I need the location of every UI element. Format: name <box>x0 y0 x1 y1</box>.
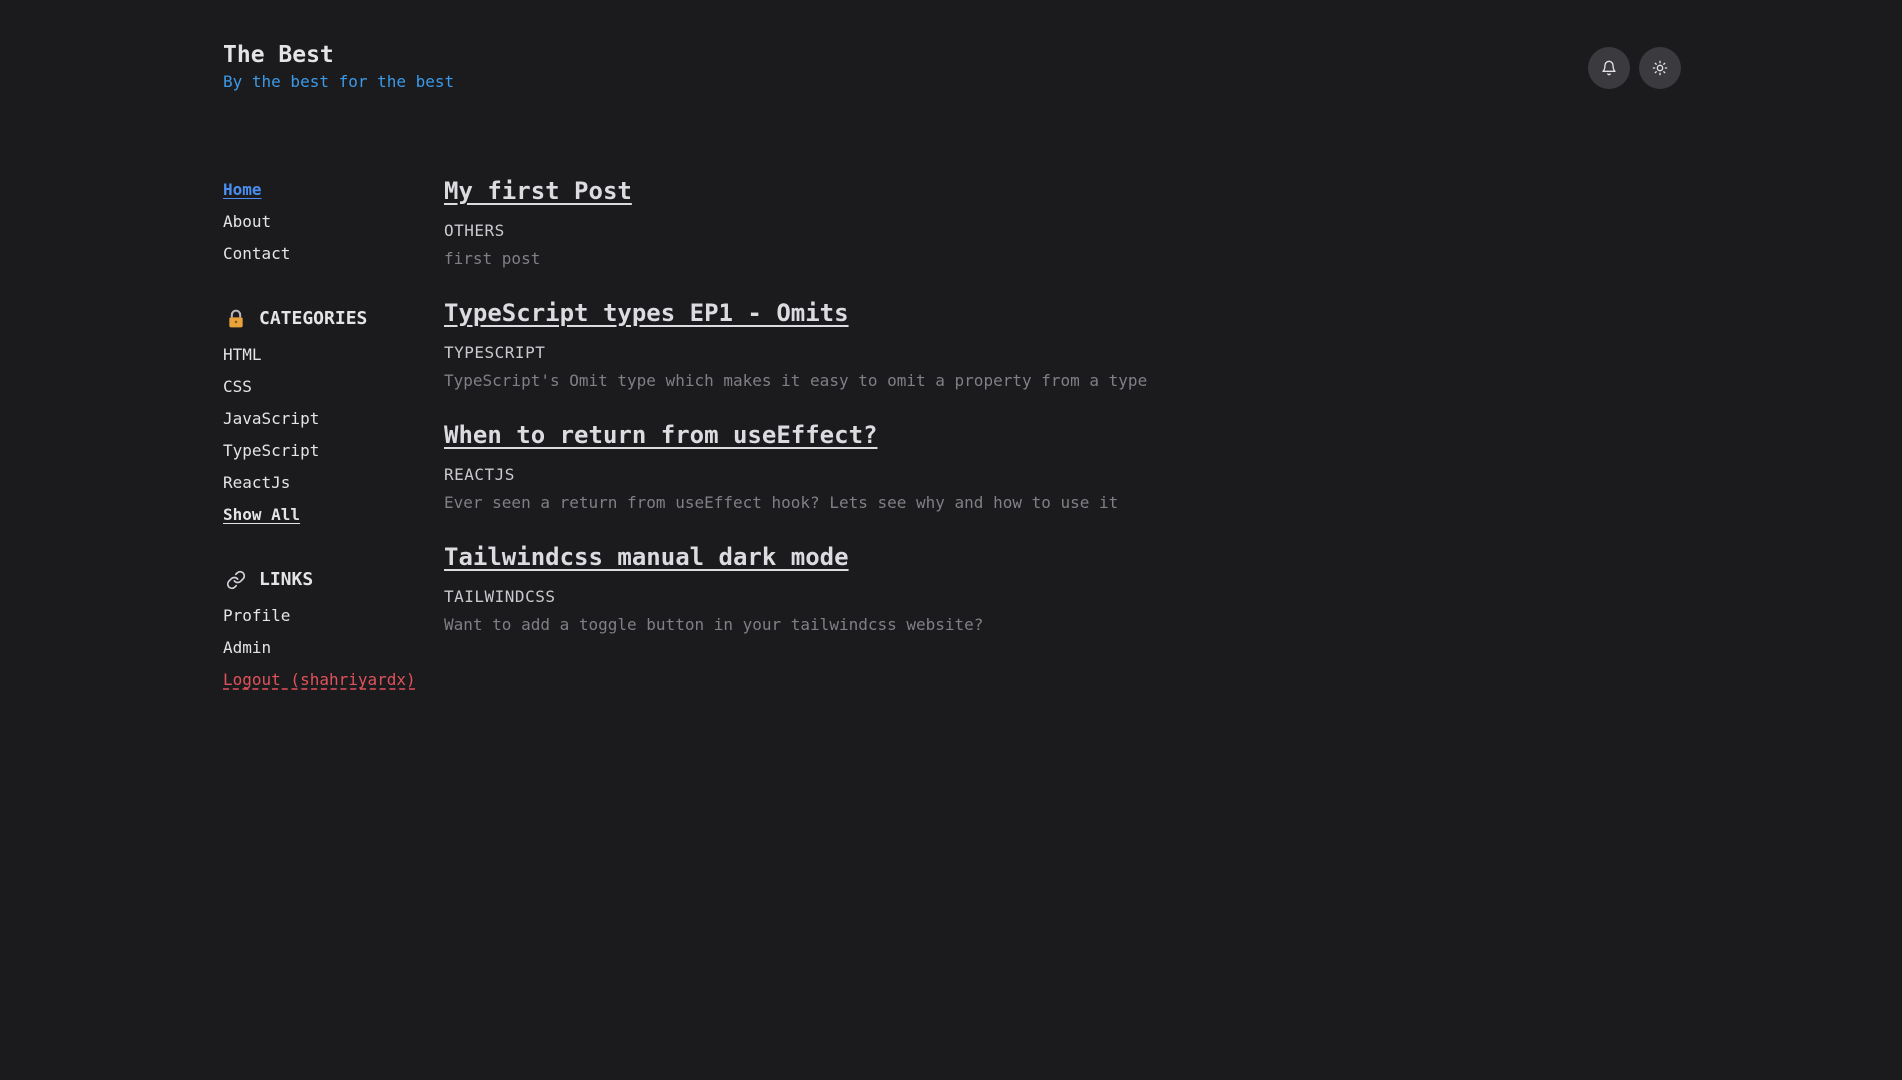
categories-heading: CATEGORIES <box>223 305 423 333</box>
notifications-button[interactable] <box>1588 47 1630 89</box>
main-nav: Home About Contact <box>223 174 423 270</box>
post-list: My first Post OTHERS first post TypeScri… <box>444 174 1644 662</box>
category-css[interactable]: CSS <box>223 371 423 403</box>
links-heading: LINKS <box>223 566 423 594</box>
theme-toggle-button[interactable] <box>1639 47 1681 89</box>
post-category: TAILWINDCSS <box>444 587 556 606</box>
site-title[interactable]: The Best <box>223 40 454 70</box>
post-title[interactable]: Tailwindcss manual dark mode <box>444 540 849 574</box>
post-title[interactable]: TypeScript types EP1 - Omits <box>444 296 849 330</box>
admin-link[interactable]: Admin <box>223 632 423 664</box>
page: The Best By the best for the best Home A… <box>0 0 1902 1080</box>
bell-icon <box>1602 60 1616 76</box>
nav-home[interactable]: Home <box>223 174 423 206</box>
lock-icon <box>223 309 249 329</box>
post-item: Tailwindcss manual dark mode TAILWINDCSS… <box>444 540 1644 636</box>
site-tagline: By the best for the best <box>223 72 455 91</box>
post-item: TypeScript types EP1 - Omits TYPESCRIPT … <box>444 296 1644 392</box>
link-icon <box>223 570 249 590</box>
post-description: Want to add a toggle button in your tail… <box>444 615 984 634</box>
links-heading-label: LINKS <box>259 569 314 590</box>
post-category: OTHERS <box>444 221 505 240</box>
show-all-categories-link[interactable]: Show All <box>223 499 423 531</box>
post-item: My first Post OTHERS first post <box>444 174 1644 270</box>
site-header: The Best By the best for the best <box>223 40 454 92</box>
profile-link[interactable]: Profile <box>223 600 423 632</box>
post-category: TYPESCRIPT <box>444 343 546 362</box>
categories-heading-label: CATEGORIES <box>259 308 368 329</box>
links-list: Profile Admin Logout (shahriyardx) <box>223 600 423 696</box>
post-title[interactable]: When to return from useEffect? <box>444 418 877 452</box>
post-item: When to return from useEffect? REACTJS E… <box>444 418 1644 514</box>
categories-list: HTML CSS JavaScript TypeScript ReactJs S… <box>223 339 423 531</box>
logout-link[interactable]: Logout (shahriyardx) <box>223 664 423 696</box>
nav-contact[interactable]: Contact <box>223 238 423 270</box>
post-description: Ever seen a return from useEffect hook? … <box>444 493 1119 512</box>
sidebar: Home About Contact CATEGORIES HTML CSS J… <box>223 174 423 696</box>
nav-about[interactable]: About <box>223 206 423 238</box>
post-category: REACTJS <box>444 465 515 484</box>
post-description: first post <box>444 249 541 268</box>
sun-icon <box>1652 60 1668 76</box>
header-actions <box>1588 47 1681 89</box>
category-reactjs[interactable]: ReactJs <box>223 467 423 499</box>
category-javascript[interactable]: JavaScript <box>223 403 423 435</box>
category-typescript[interactable]: TypeScript <box>223 435 423 467</box>
post-title[interactable]: My first Post <box>444 174 632 208</box>
category-html[interactable]: HTML <box>223 339 423 371</box>
post-description: TypeScript's Omit type which makes it ea… <box>444 371 1148 390</box>
